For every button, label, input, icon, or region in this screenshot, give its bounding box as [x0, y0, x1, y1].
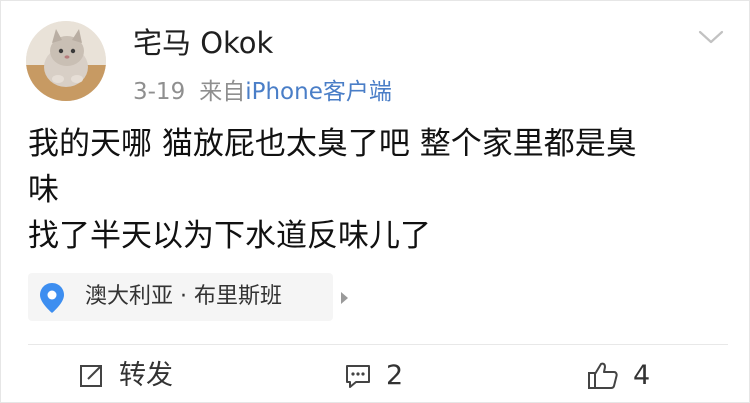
- source-link[interactable]: iPhone客户端: [245, 79, 392, 105]
- like-count: 4: [633, 360, 651, 391]
- source-prefix: 来自: [199, 79, 246, 105]
- repost-label: 转发: [119, 360, 173, 391]
- location-label: 澳大利亚 · 布里斯班: [85, 284, 282, 309]
- avatar[interactable]: [26, 21, 106, 101]
- like-button[interactable]: 4: [587, 357, 650, 395]
- comment-count: 2: [386, 360, 404, 391]
- content-line: 找了半天以为下水道反味儿了: [28, 218, 431, 254]
- repost-icon: [80, 365, 102, 387]
- comment-icon: [346, 365, 370, 388]
- thumbs-up-icon: [588, 362, 618, 389]
- weibo-post-card: 宅马 Okok 3-19 来自iPhone客户端 我的天哪 猫放屁也太臭了吧 整个…: [0, 0, 750, 403]
- divider: [28, 344, 728, 345]
- content-line: 味: [28, 172, 59, 208]
- repost-button[interactable]: 转发: [77, 357, 173, 395]
- location-pin-icon: [38, 282, 66, 314]
- comment-button[interactable]: 2: [344, 357, 403, 395]
- post-meta: 3-19 来自iPhone客户端: [133, 78, 392, 106]
- content-line: 我的天哪 猫放屁也太臭了吧 整个家里都是臭: [28, 126, 637, 162]
- post-content: 我的天哪 猫放屁也太臭了吧 整个家里都是臭 味 找了半天以为下水道反味儿了: [28, 121, 728, 259]
- cat-avatar-icon: [26, 21, 106, 101]
- chevron-down-icon[interactable]: [697, 27, 725, 47]
- chevron-right-icon: [341, 292, 348, 304]
- location-chip[interactable]: 澳大利亚 · 布里斯班: [28, 273, 348, 321]
- post-date: 3-19: [133, 79, 186, 105]
- username[interactable]: 宅马 Okok: [133, 25, 273, 61]
